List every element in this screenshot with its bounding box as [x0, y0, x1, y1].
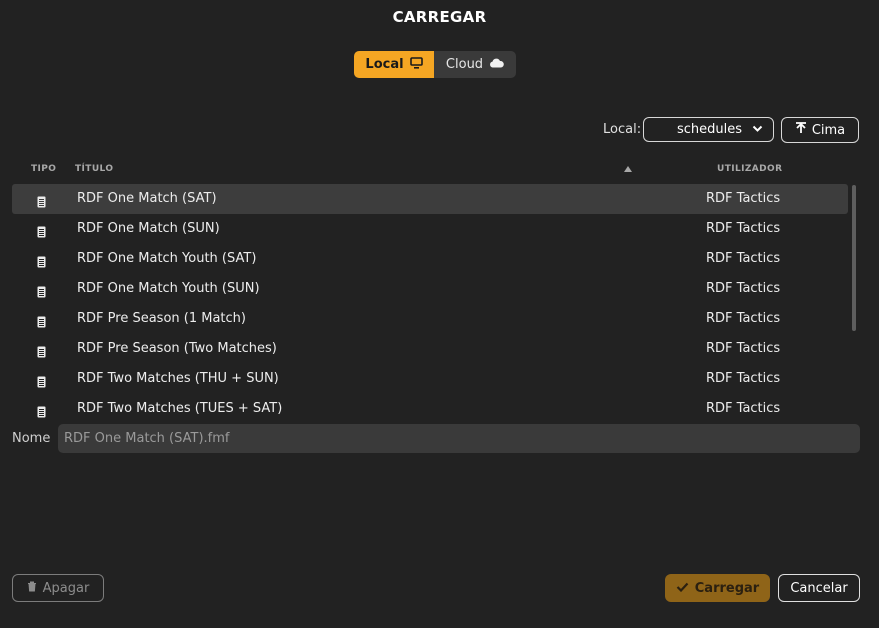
- file-row[interactable]: RDF One Match (SUN) RDF Tactics: [12, 214, 848, 244]
- tab-local-label: Local: [365, 57, 404, 72]
- document-icon: [37, 223, 46, 242]
- sort-ascending-icon[interactable]: [624, 165, 632, 175]
- document-icon: [37, 403, 46, 422]
- document-icon: [37, 373, 46, 392]
- up-directory-button[interactable]: Cima: [781, 117, 859, 143]
- up-button-label: Cima: [811, 122, 846, 138]
- tab-cloud-label: Cloud: [445, 57, 484, 72]
- file-row[interactable]: RDF One Match (SAT) RDF Tactics: [12, 184, 848, 214]
- column-header-type[interactable]: TIPO: [31, 164, 56, 174]
- tab-cloud[interactable]: Cloud: [434, 51, 516, 78]
- file-user: RDF Tactics: [706, 341, 781, 356]
- scrollbar[interactable]: [852, 184, 857, 424]
- cancel-button-label: Cancelar: [790, 580, 848, 596]
- delete-button-label: Apagar: [42, 580, 90, 596]
- filename-label: Nome: [12, 431, 51, 446]
- cloud-icon: [489, 57, 504, 72]
- scrollbar-thumb[interactable]: [852, 185, 856, 331]
- file-user: RDF Tactics: [706, 371, 781, 386]
- file-title: RDF Two Matches (TUES + SAT): [77, 401, 283, 416]
- monitor-icon: [409, 56, 423, 73]
- file-row[interactable]: RDF One Match Youth (SAT) RDF Tactics: [12, 244, 848, 274]
- file-title: RDF Pre Season (Two Matches): [77, 341, 277, 356]
- column-header-title[interactable]: TÍTULO: [75, 164, 113, 174]
- dialog-title: CARREGAR: [392, 8, 487, 26]
- check-icon: [676, 581, 689, 596]
- file-user: RDF Tactics: [706, 221, 781, 236]
- filename-input[interactable]: [58, 424, 860, 453]
- arrow-up-icon: [795, 122, 807, 138]
- file-row[interactable]: RDF Two Matches (THU + SUN) RDF Tactics: [12, 364, 848, 394]
- file-user: RDF Tactics: [706, 191, 781, 206]
- file-row[interactable]: RDF Pre Season (Two Matches) RDF Tactics: [12, 334, 848, 364]
- document-icon: [37, 193, 46, 212]
- tab-local[interactable]: Local: [354, 51, 434, 78]
- file-title: RDF Pre Season (1 Match): [77, 311, 246, 326]
- document-icon: [37, 343, 46, 362]
- location-value: schedules: [676, 122, 742, 137]
- file-user: RDF Tactics: [706, 401, 781, 416]
- file-list: RDF One Match (SAT) RDF Tactics RDF One …: [12, 184, 848, 424]
- cancel-button[interactable]: Cancelar: [778, 574, 860, 602]
- trash-icon: [27, 581, 37, 596]
- file-title: RDF Two Matches (THU + SUN): [77, 371, 279, 386]
- file-row[interactable]: RDF Two Matches (TUES + SAT) RDF Tactics: [12, 394, 848, 424]
- file-user: RDF Tactics: [706, 251, 781, 266]
- file-title: RDF One Match (SAT): [77, 191, 217, 206]
- file-row[interactable]: RDF One Match Youth (SUN) RDF Tactics: [12, 274, 848, 304]
- location-label: Local:: [603, 122, 642, 137]
- file-user: RDF Tactics: [706, 311, 781, 326]
- file-title: RDF One Match (SUN): [77, 221, 220, 236]
- load-button[interactable]: Carregar: [665, 574, 770, 602]
- document-icon: [37, 313, 46, 332]
- file-user: RDF Tactics: [706, 281, 781, 296]
- source-toggle: Local Cloud: [354, 51, 516, 78]
- chevron-down-icon: [752, 122, 763, 137]
- location-select[interactable]: schedules: [643, 117, 774, 142]
- file-title: RDF One Match Youth (SAT): [77, 251, 257, 266]
- document-icon: [37, 253, 46, 272]
- file-row[interactable]: RDF Pre Season (1 Match) RDF Tactics: [12, 304, 848, 334]
- delete-button[interactable]: Apagar: [12, 574, 104, 602]
- document-icon: [37, 283, 46, 302]
- column-header-user[interactable]: UTILIZADOR: [717, 164, 782, 174]
- load-button-label: Carregar: [694, 580, 760, 596]
- file-title: RDF One Match Youth (SUN): [77, 281, 260, 296]
